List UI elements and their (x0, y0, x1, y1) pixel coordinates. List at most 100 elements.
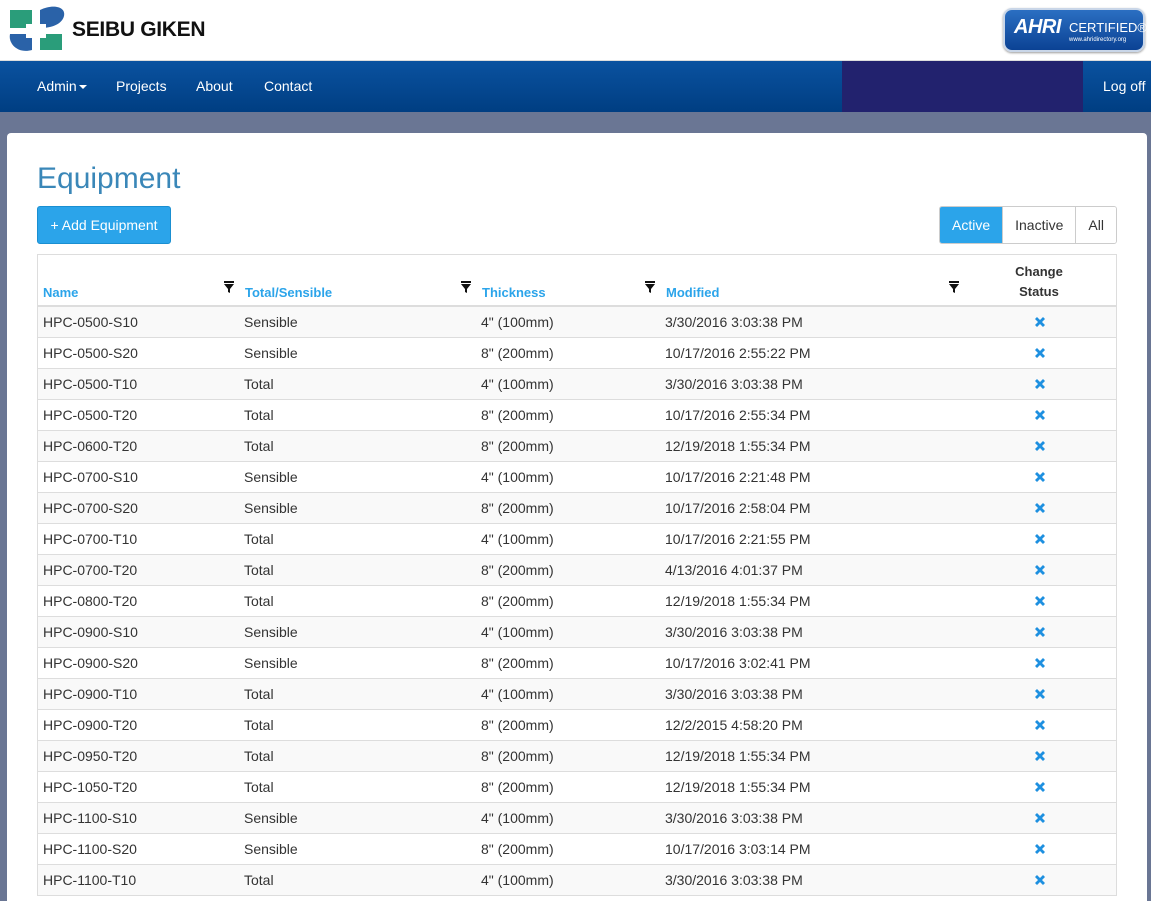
remove-x-icon[interactable] (1033, 594, 1047, 608)
remove-x-icon[interactable] (1033, 470, 1047, 484)
cell-total-sensible: Sensible (244, 655, 298, 671)
table-row[interactable]: HPC-0900-S10 Sensible 4" (100mm) 3/30/20… (38, 617, 1116, 648)
column-modified-label[interactable]: Modified (666, 285, 719, 300)
cell-total-sensible: Total (244, 407, 274, 423)
cell-name: HPC-1100-S20 (43, 841, 137, 857)
table-row[interactable]: HPC-0500-T20 Total 8" (200mm) 10/17/2016… (38, 400, 1116, 431)
nav-admin-label: Admin (37, 78, 77, 94)
filter-icon[interactable] (224, 281, 234, 294)
table-row[interactable]: HPC-0950-T20 Total 8" (200mm) 12/19/2018… (38, 741, 1116, 772)
filter-icon[interactable] (645, 281, 655, 294)
cell-name: HPC-0500-T20 (43, 407, 138, 423)
cell-thickness: 4" (100mm) (481, 686, 554, 702)
remove-x-icon[interactable] (1033, 656, 1047, 670)
table-row[interactable]: HPC-0900-T10 Total 4" (100mm) 3/30/2016 … (38, 679, 1116, 710)
cell-total-sensible: Total (244, 717, 274, 733)
content-panel: Equipment + Add Equipment Active Inactiv… (7, 133, 1147, 901)
column-name-label[interactable]: Name (43, 285, 78, 300)
remove-x-icon[interactable] (1033, 501, 1047, 515)
remove-x-icon[interactable] (1033, 811, 1047, 825)
table-row[interactable]: HPC-0700-S10 Sensible 4" (100mm) 10/17/2… (38, 462, 1116, 493)
column-change-status-line2: Status (1019, 284, 1059, 299)
table-row[interactable]: HPC-0700-T20 Total 8" (200mm) 4/13/2016 … (38, 555, 1116, 586)
column-total-sensible-label[interactable]: Total/Sensible (245, 285, 332, 300)
cell-thickness: 8" (200mm) (481, 655, 554, 671)
cell-modified: 10/17/2016 2:55:22 PM (665, 345, 811, 361)
table-row[interactable]: HPC-1100-T10 Total 4" (100mm) 3/30/2016 … (38, 865, 1116, 896)
brand-logo[interactable]: SEIBU GIKEN (6, 4, 206, 56)
table-row[interactable]: HPC-1050-T20 Total 8" (200mm) 12/19/2018… (38, 772, 1116, 803)
cell-total-sensible: Total (244, 872, 274, 888)
column-thickness-label[interactable]: Thickness (482, 285, 546, 300)
remove-x-icon[interactable] (1033, 687, 1047, 701)
remove-x-icon[interactable] (1033, 749, 1047, 763)
remove-x-icon[interactable] (1033, 377, 1047, 391)
remove-x-icon[interactable] (1033, 873, 1047, 887)
remove-x-icon[interactable] (1033, 625, 1047, 639)
table-row[interactable]: HPC-0600-T20 Total 8" (200mm) 12/19/2018… (38, 431, 1116, 462)
remove-x-icon[interactable] (1033, 718, 1047, 732)
cell-total-sensible: Sensible (244, 624, 298, 640)
cell-modified: 12/19/2018 1:55:34 PM (665, 748, 811, 764)
status-filter-group: Active Inactive All (939, 206, 1117, 244)
cell-thickness: 8" (200mm) (481, 562, 554, 578)
filter-icon[interactable] (949, 281, 959, 294)
cell-thickness: 4" (100mm) (481, 531, 554, 547)
table-row[interactable]: HPC-0500-S10 Sensible 4" (100mm) 3/30/20… (38, 307, 1116, 338)
column-name: Name (43, 255, 233, 307)
remove-x-icon[interactable] (1033, 842, 1047, 856)
cell-total-sensible: Sensible (244, 500, 298, 516)
cell-thickness: 8" (200mm) (481, 841, 554, 857)
filter-all-button[interactable]: All (1075, 207, 1116, 243)
cell-modified: 10/17/2016 2:58:04 PM (665, 500, 811, 516)
cell-name: HPC-1100-S10 (43, 810, 137, 826)
remove-x-icon[interactable] (1033, 439, 1047, 453)
cell-total-sensible: Total (244, 562, 274, 578)
cell-thickness: 8" (200mm) (481, 500, 554, 516)
cell-modified: 12/2/2015 4:58:20 PM (665, 717, 803, 733)
cell-name: HPC-0900-T20 (43, 717, 138, 733)
cell-thickness: 4" (100mm) (481, 469, 554, 485)
cell-modified: 12/19/2018 1:55:34 PM (665, 593, 811, 609)
remove-x-icon[interactable] (1033, 780, 1047, 794)
cell-modified: 3/30/2016 3:03:38 PM (665, 810, 803, 826)
nav-contact[interactable]: Contact (264, 61, 312, 112)
remove-x-icon[interactable] (1033, 408, 1047, 422)
remove-x-icon[interactable] (1033, 315, 1047, 329)
ahri-certified-badge[interactable]: AHRI CERTIFIED® www.ahridirectory.org (1003, 8, 1147, 52)
table-row[interactable]: HPC-1100-S20 Sensible 8" (200mm) 10/17/2… (38, 834, 1116, 865)
equipment-table: Name Total/Sensible Thickness Modified C… (37, 254, 1117, 896)
nav-about[interactable]: About (196, 61, 233, 112)
nav-user-block (842, 61, 1083, 112)
cell-modified: 3/30/2016 3:03:38 PM (665, 624, 803, 640)
filter-active-button[interactable]: Active (940, 207, 1003, 243)
cell-name: HPC-0500-S10 (43, 314, 138, 330)
table-row[interactable]: HPC-0500-S20 Sensible 8" (200mm) 10/17/2… (38, 338, 1116, 369)
table-row[interactable]: HPC-0900-T20 Total 8" (200mm) 12/2/2015 … (38, 710, 1116, 741)
filter-icon[interactable] (461, 281, 471, 294)
add-equipment-button[interactable]: + Add Equipment (37, 206, 171, 244)
nav-projects[interactable]: Projects (116, 61, 167, 112)
cell-name: HPC-0500-T10 (43, 376, 138, 392)
cell-total-sensible: Total (244, 686, 274, 702)
table-row[interactable]: HPC-0500-T10 Total 4" (100mm) 3/30/2016 … (38, 369, 1116, 400)
cell-name: HPC-0900-S10 (43, 624, 138, 640)
cell-modified: 12/19/2018 1:55:34 PM (665, 779, 811, 795)
cell-modified: 3/30/2016 3:03:38 PM (665, 376, 803, 392)
cell-total-sensible: Total (244, 779, 274, 795)
table-row[interactable]: HPC-1100-S10 Sensible 4" (100mm) 3/30/20… (38, 803, 1116, 834)
table-row[interactable]: HPC-0700-T10 Total 4" (100mm) 10/17/2016… (38, 524, 1116, 555)
cell-modified: 10/17/2016 3:03:14 PM (665, 841, 811, 857)
nav-logoff[interactable]: Log off (1103, 61, 1146, 112)
table-row[interactable]: HPC-0700-S20 Sensible 8" (200mm) 10/17/2… (38, 493, 1116, 524)
filter-inactive-button[interactable]: Inactive (1002, 207, 1076, 243)
cell-name: HPC-0950-T20 (43, 748, 138, 764)
column-thickness: Thickness (482, 255, 652, 307)
table-row[interactable]: HPC-0800-T20 Total 8" (200mm) 12/19/2018… (38, 586, 1116, 617)
nav-admin-dropdown[interactable]: Admin (37, 61, 87, 112)
remove-x-icon[interactable] (1033, 532, 1047, 546)
remove-x-icon[interactable] (1033, 346, 1047, 360)
cell-total-sensible: Sensible (244, 314, 298, 330)
remove-x-icon[interactable] (1033, 563, 1047, 577)
table-row[interactable]: HPC-0900-S20 Sensible 8" (200mm) 10/17/2… (38, 648, 1116, 679)
